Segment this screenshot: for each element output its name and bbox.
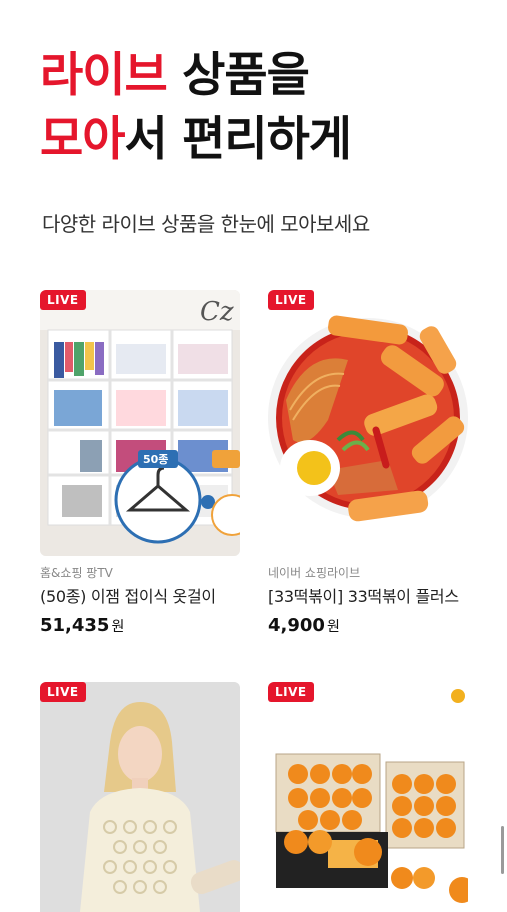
image-label-50: 50종 <box>143 453 169 466</box>
product-image-oranges[interactable]: LIVE <box>268 682 468 912</box>
price-unit: 원 <box>326 619 340 635</box>
product-card-hanger[interactable]: LIVE Cz 50종 홈&쇼핑 팡TV (50종) 이잼 접이식 옷걸이 51… <box>40 290 240 636</box>
svg-text:Cz: Cz <box>200 297 234 327</box>
hero-accent-2: 모아 <box>40 112 125 167</box>
hero-line-2: 모아서 편리하게 <box>40 108 352 172</box>
product-image-knit[interactable]: LIVE <box>40 682 240 912</box>
live-badge: LIVE <box>268 290 314 310</box>
product-price: 4,900 원 <box>268 615 468 636</box>
live-badge: LIVE <box>268 682 314 702</box>
price-unit: 원 <box>111 619 125 635</box>
hero-line-1: 라이브 상품을 <box>40 44 351 108</box>
product-image-hanger[interactable]: LIVE Cz 50종 <box>40 290 240 556</box>
product-card-knit[interactable]: LIVE <box>40 682 240 912</box>
price-value: 51,435 <box>40 615 110 636</box>
price-value: 4,900 <box>268 615 325 636</box>
hero-title: 라이브 상품을 모아서 편리하게 <box>40 44 352 172</box>
hero-text-1: 상품을 <box>166 48 310 103</box>
hero-text-2: 서 편리하게 <box>124 112 352 167</box>
oranges-box-illustration <box>268 682 468 912</box>
product-price: 51,435 원 <box>40 615 240 636</box>
live-badge: LIVE <box>40 682 86 702</box>
product-seller: 네이버 쇼핑라이브 <box>268 566 361 580</box>
product-card-tteokbokki[interactable]: LIVE 네이버 쇼핑라이브 [33떡볶이] 33떡볶이 플러스 4,900 원 <box>268 290 468 636</box>
live-badge: LIVE <box>40 290 86 310</box>
product-image-tteokbokki[interactable]: LIVE <box>268 290 468 556</box>
product-name[interactable]: [33떡볶이] 33떡볶이 플러스 <box>268 586 468 607</box>
model-photo-illustration <box>40 682 240 912</box>
closet-illustration: Cz <box>40 290 240 556</box>
product-seller: 홈&쇼핑 팡TV <box>40 566 113 580</box>
scrollbar[interactable] <box>501 826 504 874</box>
tteokbokki-bowl-illustration <box>268 315 468 522</box>
subtitle: 다양한 라이브 상품을 한눈에 모아보세요 <box>42 212 370 236</box>
hero-accent-1: 라이브 <box>40 48 168 103</box>
product-name[interactable]: (50종) 이잼 접이식 옷걸이 <box>40 586 240 607</box>
product-card-oranges[interactable]: LIVE <box>268 682 468 912</box>
